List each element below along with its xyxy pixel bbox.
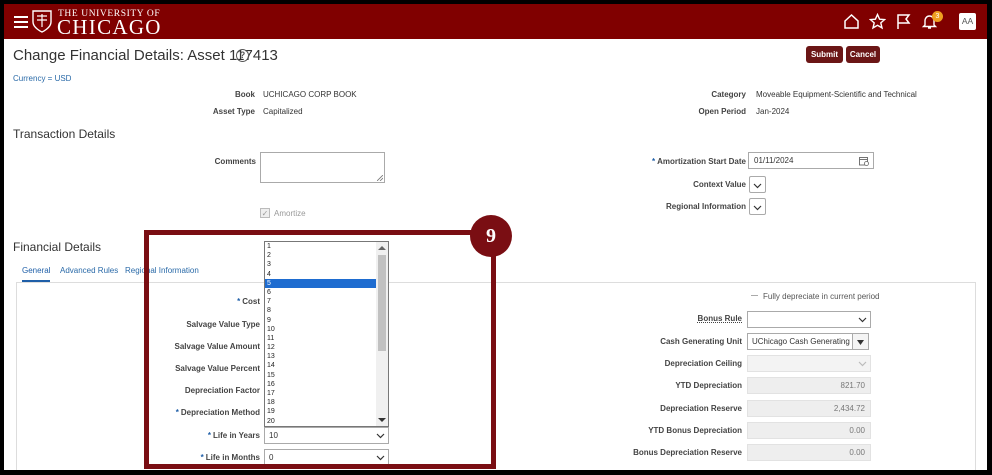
amortization-start-date-input[interactable]: 01/11/2024 [748,152,874,169]
asset-type-value: Capitalized [263,107,303,116]
depreciation-reserve-value: 2,434.72 [747,400,871,417]
open-period-label: Open Period [698,107,746,116]
depreciation-ceiling-select[interactable] [747,355,871,372]
tab-advanced-rules[interactable]: Advanced Rules [60,266,118,275]
open-period-value: Jan-2024 [756,107,790,116]
ytd-depreciation-label: YTD Depreciation [675,381,742,390]
chevron-down-icon [858,361,867,367]
category-value: Moveable Equipment-Scientific and Techni… [756,90,917,99]
step-highlight-frame [144,230,496,469]
amortize-label: Amortize [274,209,306,218]
context-value-select[interactable] [749,176,766,193]
user-avatar[interactable]: AA [959,13,976,30]
ytd-bonus-depreciation-value: 0.00 [747,422,871,439]
tab-general[interactable]: General [22,266,51,282]
bonus-depreciation-reserve-value: 0.00 [747,444,871,461]
favorites-star-icon[interactable] [869,13,886,30]
asset-type-label: Asset Type [212,107,255,116]
regional-information-label: Regional Information [666,202,746,211]
comments-textarea[interactable] [260,152,385,183]
bonus-rule-select[interactable] [747,311,871,328]
cash-generating-unit-input[interactable]: UChicago Cash Generating U [747,333,853,350]
menu-icon[interactable] [14,16,28,28]
required-marker: * [651,157,656,166]
logo-text-main: CHICAGO [57,15,162,39]
transaction-details-heading: Transaction Details [13,127,116,141]
caret-down-icon [857,340,864,345]
bonus-depreciation-reserve-label: Bonus Depreciation Reserve [633,448,742,457]
resize-handle-icon[interactable] [377,175,383,181]
fully-depreciate-label: Fully depreciate in current period [763,292,880,301]
cash-generating-unit-dropdown-button[interactable] [852,333,869,350]
context-value-label: Context Value [693,180,746,189]
top-bar: THE UNIVERSITY OF CHICAGO 3 AA [4,4,987,39]
chevron-down-icon [753,205,762,211]
app-window: THE UNIVERSITY OF CHICAGO 3 AA Change Fi… [4,4,987,470]
fully-depreciate-switch[interactable] [751,295,758,296]
financial-details-heading: Financial Details [13,240,102,254]
chevron-down-icon [753,183,762,189]
step-number-badge: 9 [470,215,512,257]
watchlist-flag-icon[interactable] [895,13,912,30]
amortize-checkbox[interactable]: ✓ [260,208,270,218]
comments-label: Comments [214,157,256,166]
ytd-bonus-depreciation-label: YTD Bonus Depreciation [648,426,742,435]
amortization-start-date-value: 01/11/2024 [754,156,794,165]
bonus-rule-label: Bonus Rule [697,314,742,323]
depreciation-ceiling-label: Depreciation Ceiling [664,359,742,368]
calendar-icon[interactable] [859,156,869,166]
home-icon[interactable] [843,13,860,30]
amortization-start-date-label: * Amortization Start Date [651,157,746,166]
cash-generating-unit-label: Cash Generating Unit [660,337,742,346]
currency-breadcrumb[interactable]: Currency = USD [13,74,71,83]
help-icon[interactable]: ? [236,49,249,62]
cash-generating-unit-value: UChicago Cash Generating U [752,337,853,346]
submit-button[interactable]: Submit [806,46,843,63]
notification-count-badge: 3 [932,11,943,22]
book-label: Book [235,90,255,99]
book-value: UCHICAGO CORP BOOK [263,90,357,99]
regional-information-select[interactable] [749,198,766,215]
depreciation-reserve-label: Depreciation Reserve [660,404,742,413]
category-label: Category [711,90,746,99]
ytd-depreciation-value: 821.70 [747,377,871,394]
cancel-button[interactable]: Cancel [846,46,880,63]
university-crest-icon [32,10,52,33]
chevron-down-icon [858,317,867,323]
